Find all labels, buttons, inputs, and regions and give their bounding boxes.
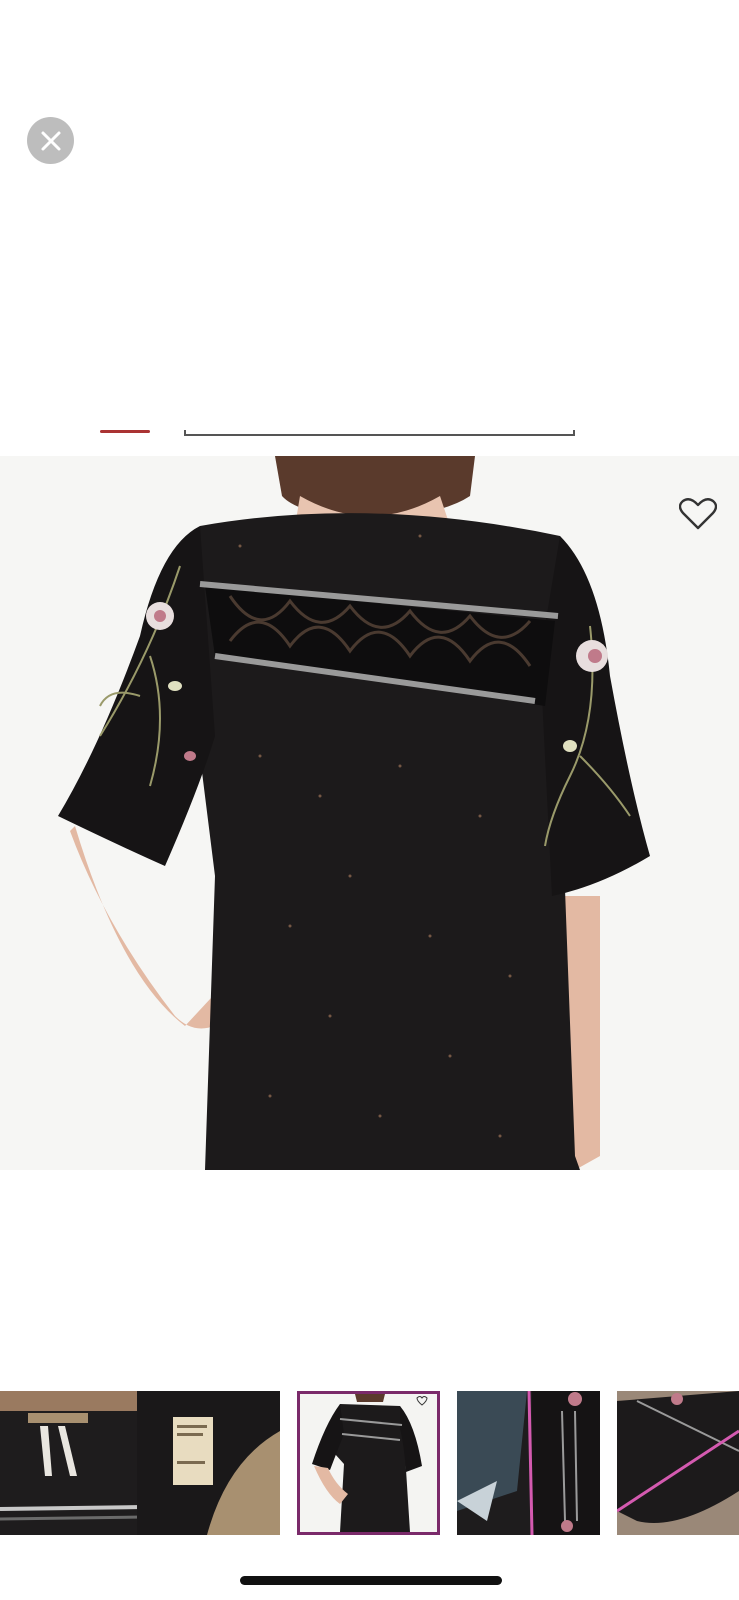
close-button[interactable]: [27, 117, 74, 164]
home-indicator: [240, 1576, 502, 1585]
heart-outline-icon: [678, 498, 718, 530]
thumbnail-4[interactable]: [457, 1391, 600, 1535]
main-product-photo[interactable]: [0, 430, 739, 1170]
close-icon: [41, 131, 60, 150]
thumbnail-5[interactable]: [617, 1391, 739, 1535]
favorite-button[interactable]: [678, 497, 718, 531]
thumbnail-strip: [0, 1391, 739, 1535]
product-image: [0, 456, 739, 1170]
thumbnail-1[interactable]: [0, 1391, 143, 1535]
thumbnail-3[interactable]: [297, 1391, 440, 1535]
thumbnail-2[interactable]: [137, 1391, 280, 1535]
